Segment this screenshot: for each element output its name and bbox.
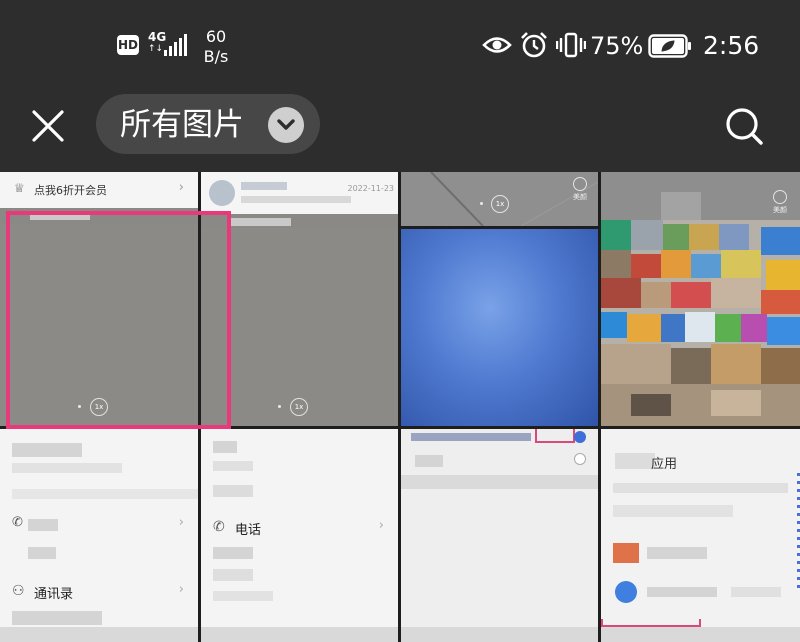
beauty-mode-indicator: 美颜 bbox=[773, 190, 787, 215]
pixelated-image bbox=[601, 172, 800, 426]
photo-thumbnail[interactable]: 美颜 bbox=[601, 172, 800, 426]
blurred-text bbox=[12, 463, 122, 473]
signal-strength-icon bbox=[164, 34, 188, 56]
row-label: 应用 bbox=[651, 457, 678, 472]
screenshot-app-header: ♕ 点我6折开会员 › bbox=[0, 172, 198, 208]
blurred-text bbox=[12, 443, 82, 457]
app-icon bbox=[615, 581, 637, 603]
chevron-down-icon bbox=[268, 107, 304, 143]
gallery-toolbar: 所有图片 bbox=[0, 92, 800, 172]
album-title: 所有图片 bbox=[120, 107, 244, 143]
blurred-text bbox=[415, 455, 443, 467]
highlight-fragment bbox=[535, 429, 575, 443]
screenshot-message-card: 2022-11-23 bbox=[201, 172, 398, 214]
highlight-fragment bbox=[601, 619, 701, 627]
battery-percent: 75% bbox=[590, 32, 644, 60]
blurred-text bbox=[613, 483, 788, 493]
blurred-text bbox=[201, 627, 398, 642]
message-date: 2022-11-23 bbox=[347, 184, 395, 193]
blurred-text bbox=[28, 519, 58, 531]
photo-grid: ♕ 点我6折开会员 › 1x 2022-11-23 1x 1x 美颜 美颜 ✆ … bbox=[0, 172, 800, 642]
camera-dot bbox=[278, 405, 281, 408]
zoom-badge: 1x bbox=[290, 398, 308, 416]
selection-highlight bbox=[6, 211, 231, 429]
zoom-badge: 1x bbox=[491, 195, 509, 213]
chevron-right-icon: › bbox=[178, 180, 184, 195]
hd-voice-badge: HD bbox=[117, 35, 139, 55]
row-label: 通讯录 bbox=[34, 587, 74, 602]
phone-icon: ✆ bbox=[12, 515, 23, 530]
camera-dot bbox=[480, 202, 483, 205]
chevron-right-icon: › bbox=[178, 582, 184, 597]
beauty-icon bbox=[573, 177, 587, 191]
blurred-text bbox=[12, 489, 198, 499]
avatar bbox=[209, 180, 235, 206]
blurred-text bbox=[647, 547, 707, 559]
radio-selected bbox=[574, 431, 586, 443]
photo-thumbnail[interactable]: ✆ › ⚇ 通讯录 › bbox=[0, 429, 198, 642]
blurred-text bbox=[0, 627, 198, 642]
blurred-text bbox=[601, 627, 800, 642]
blurred-text bbox=[213, 461, 253, 471]
blurred-preview bbox=[241, 196, 351, 203]
blurred-text bbox=[213, 441, 237, 453]
radio-unselected bbox=[574, 453, 586, 465]
blurred-text bbox=[213, 485, 253, 497]
blurred-text bbox=[213, 547, 253, 559]
blurred-text bbox=[615, 453, 655, 469]
blurred-text bbox=[28, 547, 56, 559]
network-speed-unit: B/s bbox=[203, 47, 229, 66]
vip-promo-text: 点我6折开会员 bbox=[34, 184, 107, 197]
blurred-text bbox=[213, 591, 273, 601]
photo-thumbnail[interactable] bbox=[401, 429, 598, 642]
phone-icon: ✆ bbox=[213, 519, 225, 535]
clock: 2:56 bbox=[703, 31, 760, 60]
person-icon: ⚇ bbox=[12, 583, 25, 599]
row-label: 电话 bbox=[235, 523, 262, 538]
photo-thumbnail[interactable]: ✆ 电话 › bbox=[201, 429, 398, 642]
battery-saver-icon bbox=[648, 34, 691, 58]
status-bar: HD 4G ↑↓ 60 B/s 75% 2:56 bbox=[0, 0, 800, 92]
app-icon bbox=[613, 543, 639, 563]
blurred-text bbox=[401, 627, 598, 642]
photo-thumbnail[interactable]: 应用 bbox=[601, 429, 800, 642]
chevron-right-icon: › bbox=[178, 515, 184, 530]
phone-row: ✆ 电话 › bbox=[201, 513, 398, 541]
blurred-text bbox=[12, 611, 102, 625]
crown-icon: ♕ bbox=[14, 181, 25, 195]
album-selector[interactable]: 所有图片 bbox=[96, 94, 320, 154]
beauty-icon bbox=[773, 190, 787, 204]
vibrate-icon bbox=[556, 32, 586, 58]
blurred-text bbox=[647, 587, 717, 597]
blurred-text bbox=[411, 433, 531, 441]
blurred-text bbox=[231, 218, 291, 226]
photo-thumbnail[interactable]: 1x 美颜 bbox=[401, 172, 598, 226]
blurred-text bbox=[401, 475, 598, 489]
alarm-icon bbox=[521, 32, 547, 58]
chevron-right-icon: › bbox=[378, 518, 384, 533]
eye-comfort-icon bbox=[482, 37, 512, 53]
blurred-text bbox=[613, 505, 733, 517]
contacts-row: ⚇ 通讯录 › bbox=[0, 577, 198, 605]
blurred-text bbox=[213, 569, 253, 581]
network-speed-value: 60 bbox=[205, 27, 227, 46]
blurred-name bbox=[241, 182, 287, 190]
search-icon[interactable] bbox=[720, 102, 768, 150]
blurred-text bbox=[731, 587, 781, 597]
close-icon[interactable] bbox=[24, 102, 72, 150]
network-speed: 60 B/s bbox=[200, 27, 232, 67]
network-activity-icon: ↑↓ bbox=[148, 44, 164, 54]
photo-thumbnail[interactable] bbox=[401, 229, 598, 426]
beauty-mode-indicator: 美颜 bbox=[573, 177, 587, 202]
